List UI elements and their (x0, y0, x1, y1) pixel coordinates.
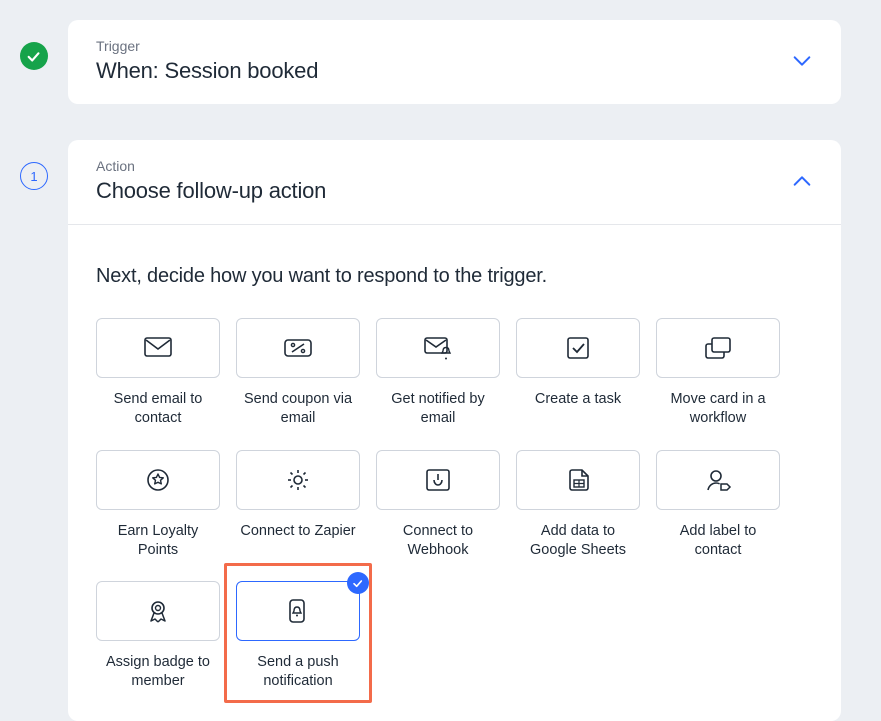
star-circle-icon (143, 467, 173, 493)
sheets-icon (563, 467, 593, 493)
check-icon (352, 577, 364, 589)
action-option-move-card: Move card in a workflow (656, 318, 780, 428)
trigger-card-header[interactable]: Trigger When: Session booked (68, 20, 841, 104)
action-option-label: Create a task (535, 390, 621, 409)
action-option-label: Move card in a workflow (656, 390, 780, 428)
action-option-tile-connect-zapier[interactable] (236, 450, 360, 510)
action-option-tile-push-notification[interactable] (236, 581, 360, 641)
checkbox-icon (563, 335, 593, 361)
action-option-connect-zapier: Connect to Zapier (236, 450, 360, 560)
selected-check-badge (347, 572, 369, 594)
action-option-tile-add-label[interactable] (656, 450, 780, 510)
action-option-tile-connect-webhook[interactable] (376, 450, 500, 510)
check-icon (26, 48, 42, 64)
action-title: Choose follow-up action (96, 178, 326, 204)
phone-bell-icon (283, 598, 313, 624)
action-option-label: Assign badge to member (96, 653, 220, 691)
trigger-card: Trigger When: Session booked (68, 20, 841, 104)
action-option-send-email: Send email to contact (96, 318, 220, 428)
trigger-step-row: Trigger When: Session booked (20, 8, 841, 104)
action-option-label: Send a push notification (236, 653, 360, 691)
chevron-down-icon[interactable] (791, 50, 813, 72)
action-option-create-task: Create a task (516, 318, 640, 428)
action-body: Next, decide how you want to respond to … (68, 224, 841, 721)
action-option-add-sheets: Add data to Google Sheets (516, 450, 640, 560)
step-complete-badge (20, 42, 48, 70)
action-option-tile-send-email[interactable] (96, 318, 220, 378)
action-option-label: Connect to Zapier (240, 522, 355, 541)
envelope-bell-icon (423, 335, 453, 361)
contact-tag-icon (703, 467, 733, 493)
action-option-get-notified: Get notified by email (376, 318, 500, 428)
action-option-connect-webhook: Connect to Webhook (376, 450, 500, 560)
action-option-tile-assign-badge[interactable] (96, 581, 220, 641)
action-meta-label: Action (96, 158, 326, 174)
action-prompt: Next, decide how you want to respond to … (96, 265, 813, 288)
ribbon-icon (143, 598, 173, 624)
action-card-header[interactable]: Action Choose follow-up action (68, 140, 841, 224)
gear-icon (283, 467, 313, 493)
action-option-assign-badge: Assign badge to member (96, 581, 220, 691)
webhook-icon (423, 467, 453, 493)
action-option-add-label: Add label to contact (656, 450, 780, 560)
action-option-send-coupon: Send coupon via email (236, 318, 360, 428)
action-option-tile-move-card[interactable] (656, 318, 780, 378)
action-option-earn-loyalty: Earn Loyalty Points (96, 450, 220, 560)
action-option-push-notification: Send a push notification (236, 581, 360, 691)
action-option-label: Connect to Webhook (376, 522, 500, 560)
action-option-label: Send coupon via email (236, 390, 360, 428)
trigger-title: When: Session booked (96, 58, 318, 84)
trigger-meta-label: Trigger (96, 38, 318, 54)
action-option-label: Add label to contact (656, 522, 780, 560)
action-option-label: Add data to Google Sheets (516, 522, 640, 560)
chevron-up-icon[interactable] (791, 170, 813, 192)
action-option-label: Send email to contact (96, 390, 220, 428)
action-option-tile-get-notified[interactable] (376, 318, 500, 378)
action-option-tile-send-coupon[interactable] (236, 318, 360, 378)
action-card: Action Choose follow-up action Next, dec… (68, 140, 841, 721)
action-step-row: 1 Action Choose follow-up action Next, d… (20, 140, 841, 721)
coupon-icon (283, 335, 313, 361)
step-number-badge: 1 (20, 162, 48, 190)
action-option-tile-earn-loyalty[interactable] (96, 450, 220, 510)
action-option-label: Earn Loyalty Points (96, 522, 220, 560)
action-option-tile-add-sheets[interactable] (516, 450, 640, 510)
step-number: 1 (30, 169, 37, 184)
action-option-grid: Send email to contact Send coupon via ema… (96, 318, 813, 691)
action-option-tile-create-task[interactable] (516, 318, 640, 378)
action-option-label: Get notified by email (376, 390, 500, 428)
stack-cards-icon (703, 335, 733, 361)
envelope-icon (143, 335, 173, 361)
